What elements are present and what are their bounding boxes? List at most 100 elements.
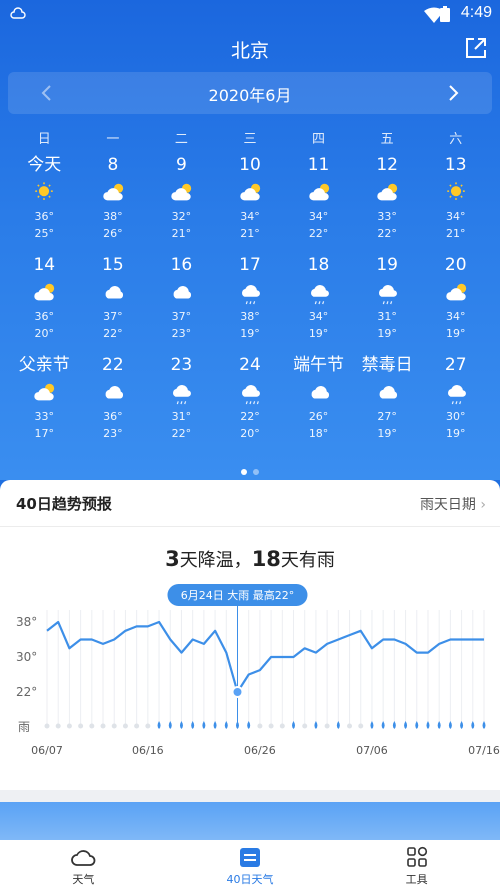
- tab-40day[interactable]: 40日天气: [167, 840, 334, 889]
- rain-drop-icon: [471, 721, 475, 729]
- calendar-day[interactable]: 22 36° 23°: [79, 352, 148, 452]
- day-high-temp: 34°: [308, 210, 329, 223]
- no-rain-dot: [257, 723, 263, 729]
- day-low-temp: 21°: [171, 227, 192, 240]
- day-low-temp: 19°: [445, 427, 466, 440]
- day-low-temp: 22°: [308, 227, 329, 240]
- day-low-temp: 18°: [308, 427, 329, 440]
- day-high-temp: 34°: [240, 210, 260, 223]
- calendar-grid: 今天 36° 25° 8 38° 26° 9 32° 21° 10 34° 21° 11 34° 22° 12…: [10, 152, 490, 452]
- calendar-day[interactable]: 11 34° 22°: [284, 152, 353, 252]
- calendar-day[interactable]: 12 33° 22°: [353, 152, 422, 252]
- rain-drop-icon: [179, 721, 183, 729]
- next-month-icon[interactable]: [442, 82, 464, 104]
- day-label: 10: [239, 155, 261, 175]
- rain-drop-icon: [247, 721, 251, 729]
- day-low-temp: 17°: [34, 427, 55, 440]
- rain-row-label: 雨: [18, 720, 30, 734]
- page-dot: [253, 469, 259, 475]
- calendar-day[interactable]: 20 34° 19°: [421, 252, 490, 352]
- rain-dates-link[interactable]: 雨天日期 ›: [420, 494, 486, 514]
- day-low-temp: 23°: [103, 427, 123, 440]
- calendar-day[interactable]: 14 36° 20°: [10, 252, 79, 352]
- tab-tools-label: 工具: [405, 873, 428, 886]
- rain-icon: [173, 385, 192, 405]
- calendar-day[interactable]: 父亲节 33° 17°: [10, 352, 79, 452]
- cloudy-icon: [105, 286, 123, 299]
- rain-drop-icon: [415, 721, 419, 729]
- no-rain-dot: [122, 723, 128, 729]
- day-low-temp: 22°: [103, 327, 123, 340]
- bottom-nav: 天气 40日天气 工具: [0, 840, 500, 889]
- rain-drop-icon: [460, 721, 464, 729]
- partly-cloudy-icon: [103, 183, 123, 201]
- day-high-temp: 32°: [171, 210, 192, 223]
- day-high-temp: 34°: [308, 310, 329, 323]
- tools-icon: [406, 846, 427, 867]
- calendar-day[interactable]: 16 37° 23°: [147, 252, 216, 352]
- chevron-right-icon: ›: [480, 497, 486, 513]
- calendar-day[interactable]: 24 22° 20°: [216, 352, 285, 452]
- cloudy-icon: [174, 286, 192, 299]
- calendar-day[interactable]: 23 31° 22°: [147, 352, 216, 452]
- calendar-day[interactable]: 禁毒日 27° 19°: [353, 352, 422, 452]
- rain-drop-icon: [292, 721, 296, 729]
- no-rain-dot: [55, 723, 61, 729]
- calendar-day[interactable]: 10 34° 21°: [216, 152, 285, 252]
- no-rain-dot: [89, 723, 95, 729]
- no-rain-dot: [279, 723, 285, 729]
- calendar-day[interactable]: 今天 36° 25°: [10, 152, 79, 252]
- day-low-temp: 20°: [34, 327, 55, 340]
- day-label: 8: [107, 155, 119, 175]
- rain-drop-icon: [191, 721, 195, 729]
- share-icon[interactable]: [464, 36, 488, 60]
- weekday-label: 二: [174, 132, 188, 147]
- day-low-temp: 20°: [240, 427, 260, 440]
- calendar-day[interactable]: 端午节 26° 18°: [284, 352, 353, 452]
- calendar-day[interactable]: 27 30° 19°: [421, 352, 490, 452]
- rain-drop-icon: [224, 721, 228, 729]
- rain-drop-icon: [392, 721, 396, 729]
- day-low-temp: 21°: [240, 227, 260, 240]
- next-card-preview: [0, 802, 500, 840]
- no-rain-dot: [66, 723, 72, 729]
- sun-icon: [35, 182, 54, 200]
- rain-drop-icon: [381, 721, 385, 729]
- heavy-rain-icon: [242, 385, 260, 405]
- day-label: 22: [102, 355, 124, 375]
- calendar-day[interactable]: 8 38° 26°: [79, 152, 148, 252]
- calendar-day[interactable]: 13 34° 21°: [421, 152, 490, 252]
- cool-days-count: 3: [165, 547, 180, 571]
- partly-cloudy-icon: [446, 283, 466, 301]
- calendar-icon: [240, 848, 260, 867]
- calendar-day[interactable]: 19 31° 19°: [353, 252, 422, 352]
- cloud-icon: [71, 850, 96, 866]
- tab-weather[interactable]: 天气: [0, 840, 167, 889]
- calendar-day[interactable]: 18 34° 19°: [284, 252, 353, 352]
- x-tick-label: 07/06: [356, 744, 388, 757]
- rain-drop-icon: [314, 721, 318, 729]
- day-low-temp: 19°: [377, 327, 397, 340]
- calendar-day[interactable]: 17 38° 19°: [216, 252, 285, 352]
- rain-drop-icon: [404, 721, 408, 729]
- rain-drop-icon: [426, 721, 430, 729]
- temperature-trend-chart[interactable]: 38° 30° 22° 6月24日 大雨 最高22° 雨06/07 06/16 06/26 0…: [0, 580, 500, 770]
- day-low-temp: 19°: [240, 327, 260, 340]
- day-high-temp: 34°: [445, 310, 466, 323]
- weekday-label: 一: [106, 132, 120, 147]
- tab-tools[interactable]: 工具: [333, 840, 500, 889]
- day-label: 18: [307, 255, 330, 275]
- rain-dates-label: 雨天日期: [419, 497, 476, 513]
- no-rain-dot: [145, 723, 151, 729]
- day-high-temp: 36°: [34, 210, 55, 223]
- calendar-day[interactable]: 9 32° 21°: [147, 152, 216, 252]
- day-label: 24: [239, 355, 261, 375]
- rain-drop-icon: [168, 721, 172, 729]
- day-high-temp: 31°: [377, 310, 397, 323]
- rain-drop-icon: [482, 721, 486, 729]
- day-label: 16: [170, 255, 193, 275]
- day-low-temp: 25°: [34, 227, 55, 240]
- no-rain-dot: [111, 723, 117, 729]
- partly-cloudy-icon: [240, 183, 261, 201]
- calendar-day[interactable]: 15 37° 22°: [79, 252, 148, 352]
